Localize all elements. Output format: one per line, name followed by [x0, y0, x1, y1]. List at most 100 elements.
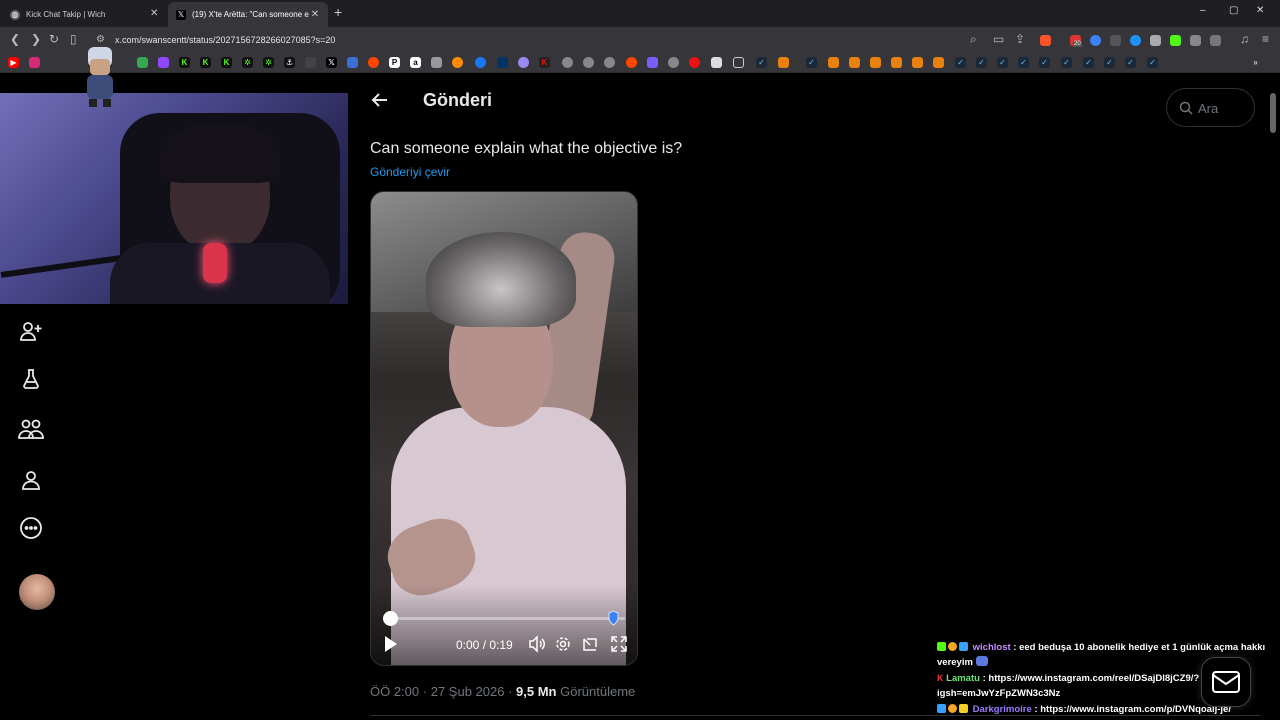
bookmark-icon[interactable]	[647, 57, 658, 68]
extension-icon[interactable]	[1170, 35, 1181, 46]
account-avatar[interactable]	[19, 574, 55, 610]
reddit-bookmark-icon[interactable]	[368, 57, 379, 68]
x-bookmark-icon[interactable]: 𝕏	[326, 57, 337, 68]
minimize-button[interactable]: –	[1200, 5, 1206, 16]
steam-bookmark-icon[interactable]: ✓	[1125, 57, 1136, 68]
bookmark-icon[interactable]	[497, 57, 508, 68]
bookmark-icon[interactable]	[891, 57, 902, 68]
picture-in-picture-icon[interactable]	[582, 635, 598, 653]
steam-bookmark-icon[interactable]: ✓	[1039, 57, 1050, 68]
extension-icon[interactable]	[1150, 35, 1161, 46]
follow-icon[interactable]	[18, 318, 44, 344]
bookmark-icon[interactable]	[912, 57, 923, 68]
bookmark-icon[interactable]: ▯	[70, 32, 77, 46]
steam-bookmark-icon[interactable]: ✓	[1104, 57, 1115, 68]
bookmark-icon[interactable]	[778, 57, 789, 68]
address-bar[interactable]: ⚙ x.com/swanscentt/status/20271567282660…	[90, 30, 1040, 50]
steam-bookmark-icon[interactable]: ✓	[955, 57, 966, 68]
bookmark-icon[interactable]	[626, 57, 637, 68]
tweet-date[interactable]: 27 Şub 2026	[431, 684, 505, 699]
maximize-button[interactable]: ▢	[1229, 5, 1238, 16]
steam-bookmark-icon[interactable]: ✓	[756, 57, 767, 68]
page-scrollbar[interactable]	[1270, 93, 1276, 133]
tab-kick-chat[interactable]: ◍ Kick Chat Takip | Wich	[2, 2, 166, 27]
kick-bookmark-icon[interactable]: K	[179, 57, 190, 68]
bookmark-icon[interactable]	[933, 57, 944, 68]
reload-icon[interactable]: ↻	[49, 32, 59, 46]
search-box[interactable]: Ara	[1166, 88, 1255, 127]
bookmark-icon[interactable]	[518, 57, 529, 68]
tweet-time[interactable]: ÖÖ 2:00	[370, 684, 419, 699]
steam-bookmark-icon[interactable]: ✓	[806, 57, 817, 68]
translate-post-link[interactable]: Gönderiyi çevir	[370, 165, 450, 179]
bookmark-icon[interactable]	[870, 57, 881, 68]
new-tab-button[interactable]: +	[334, 4, 342, 20]
steam-bookmark-icon[interactable]: ✓	[1061, 57, 1072, 68]
bookmark-icon[interactable]	[668, 57, 679, 68]
sidebar-icon[interactable]	[1210, 35, 1221, 46]
forward-nav-icon[interactable]: ❯	[31, 32, 41, 46]
bookmark-icon[interactable]	[711, 57, 722, 68]
communities-icon[interactable]	[18, 416, 44, 442]
menu-icon[interactable]: ≡	[1262, 32, 1269, 46]
steam-bookmark-icon[interactable]: ✓	[997, 57, 1008, 68]
settings-gear-icon[interactable]	[555, 635, 571, 653]
brave-shield-icon[interactable]	[1040, 35, 1051, 46]
flask-icon[interactable]	[18, 366, 44, 392]
more-options-icon[interactable]	[18, 515, 44, 541]
kick-bookmark-icon[interactable]: K	[200, 57, 211, 68]
bookmark-icon[interactable]	[689, 57, 700, 68]
youtube-bookmark-icon[interactable]: ▶	[8, 57, 19, 68]
share-icon[interactable]: ⇪	[1015, 32, 1025, 46]
profile-icon[interactable]	[18, 467, 44, 493]
close-tab-icon[interactable]: ✕	[150, 8, 158, 19]
extension-icon[interactable]	[1130, 35, 1141, 46]
fullscreen-icon[interactable]	[611, 635, 627, 653]
more-bookmarks-icon[interactable]: »	[1250, 57, 1261, 68]
steam-bookmark-icon[interactable]: ✓	[1083, 57, 1094, 68]
amazon-bookmark-icon[interactable]: a	[410, 57, 421, 68]
tweet-video[interactable]: 0:00 / 0:19	[370, 191, 638, 666]
video-progress-bar[interactable]	[383, 610, 625, 626]
bookmark-icon[interactable]	[562, 57, 573, 68]
close-tab-icon[interactable]: ✕	[310, 9, 320, 20]
bookmark-icon[interactable]	[452, 57, 463, 68]
bookmark-icon[interactable]	[849, 57, 860, 68]
extensions-puzzle-icon[interactable]	[1190, 35, 1201, 46]
close-window-button[interactable]: ✕	[1256, 5, 1264, 16]
bookmark-icon[interactable]: K	[539, 57, 550, 68]
tweet-meta: ÖÖ 2:00 · 27 Şub 2026 · 9,5 Mn Görüntüle…	[370, 684, 635, 699]
extension-icon[interactable]	[1110, 35, 1121, 46]
twitch-bookmark-icon[interactable]	[158, 57, 169, 68]
bookmark-icon[interactable]	[431, 57, 442, 68]
cast-icon[interactable]: ▭	[993, 32, 1004, 46]
folder-bookmark-icon[interactable]	[733, 57, 744, 68]
back-arrow-icon[interactable]	[370, 90, 390, 110]
anchor-bookmark-icon[interactable]: ⚓	[284, 57, 295, 68]
extension-icon[interactable]	[1090, 35, 1101, 46]
back-nav-icon[interactable]: ❮	[10, 32, 20, 46]
volume-icon[interactable]	[528, 635, 546, 653]
bookmark-icon[interactable]	[137, 57, 148, 68]
bookmark-icon[interactable]	[347, 57, 358, 68]
play-icon[interactable]	[383, 635, 399, 653]
progress-scrubber[interactable]	[383, 611, 398, 626]
instagram-bookmark-icon[interactable]	[29, 57, 40, 68]
kick-bookmark-icon[interactable]: K	[221, 57, 232, 68]
bookmark-icon[interactable]	[828, 57, 839, 68]
site-settings-icon[interactable]: ⚙	[96, 34, 105, 45]
bookmark-icon[interactable]: ✲	[242, 57, 253, 68]
tab-x-post[interactable]: 𝕏 (19) X'te Arëtta: "Can someone e ✕	[168, 2, 328, 27]
bookmark-icon[interactable]	[604, 57, 615, 68]
steam-bookmark-icon[interactable]: ✓	[976, 57, 987, 68]
bookmark-icon[interactable]	[305, 57, 316, 68]
media-icon[interactable]: ♫	[1240, 32, 1249, 46]
bookmark-icon[interactable]: P	[389, 57, 400, 68]
steam-bookmark-icon[interactable]: ✓	[1147, 57, 1158, 68]
bookmark-icon[interactable]: ✲	[263, 57, 274, 68]
zoom-icon[interactable]: ⌕	[970, 32, 977, 47]
bookmark-icon[interactable]	[583, 57, 594, 68]
messages-button[interactable]	[1201, 657, 1251, 707]
steam-bookmark-icon[interactable]: ✓	[1018, 57, 1029, 68]
bookmark-icon[interactable]	[475, 57, 486, 68]
